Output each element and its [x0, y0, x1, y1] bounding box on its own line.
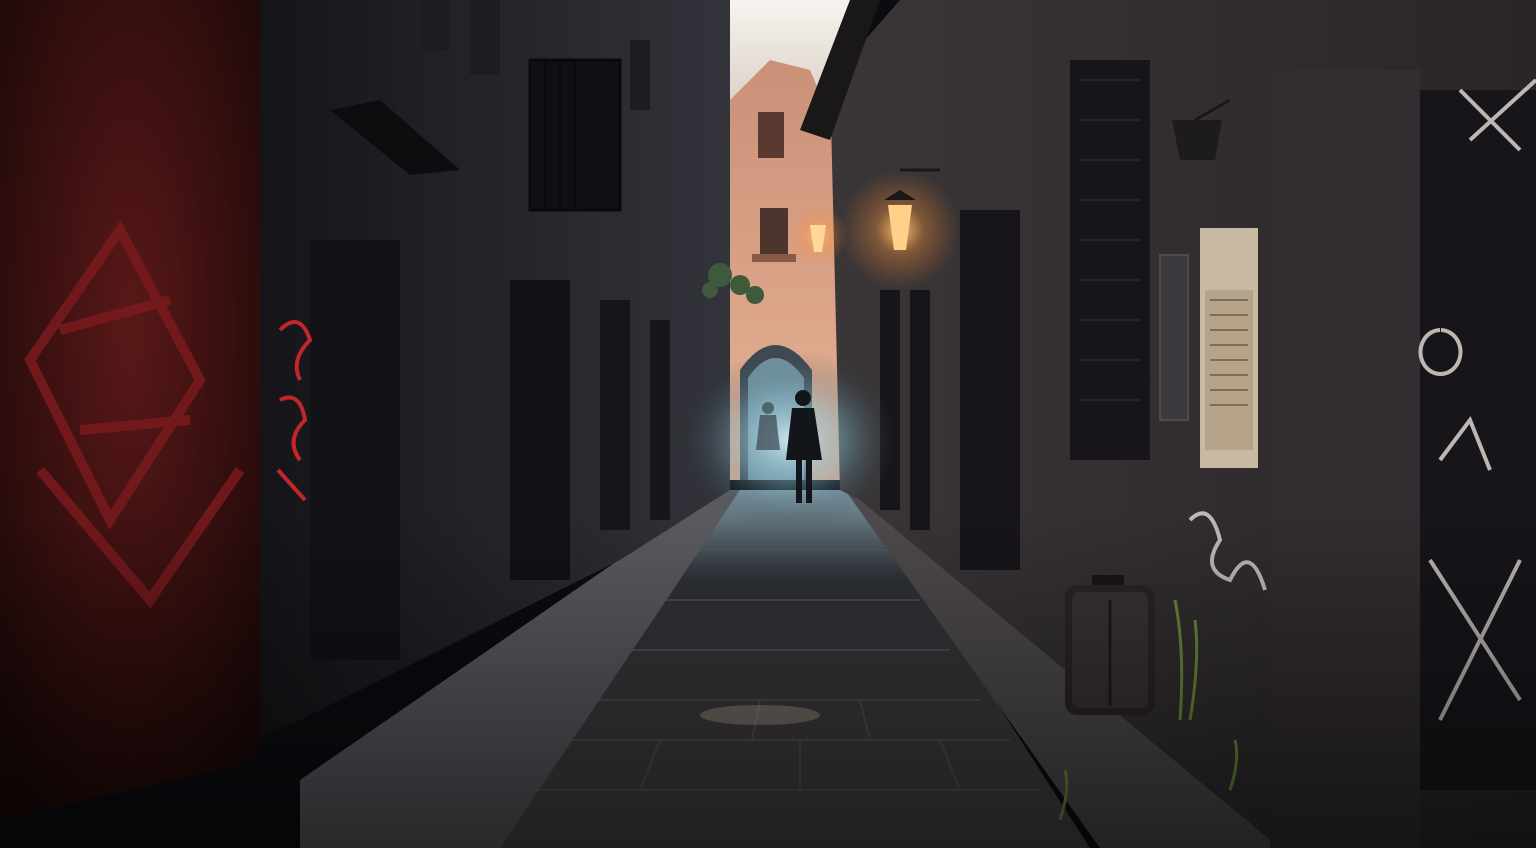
vignette [0, 0, 1536, 848]
alley-scene [0, 0, 1536, 848]
alley-illustration [0, 0, 1536, 848]
